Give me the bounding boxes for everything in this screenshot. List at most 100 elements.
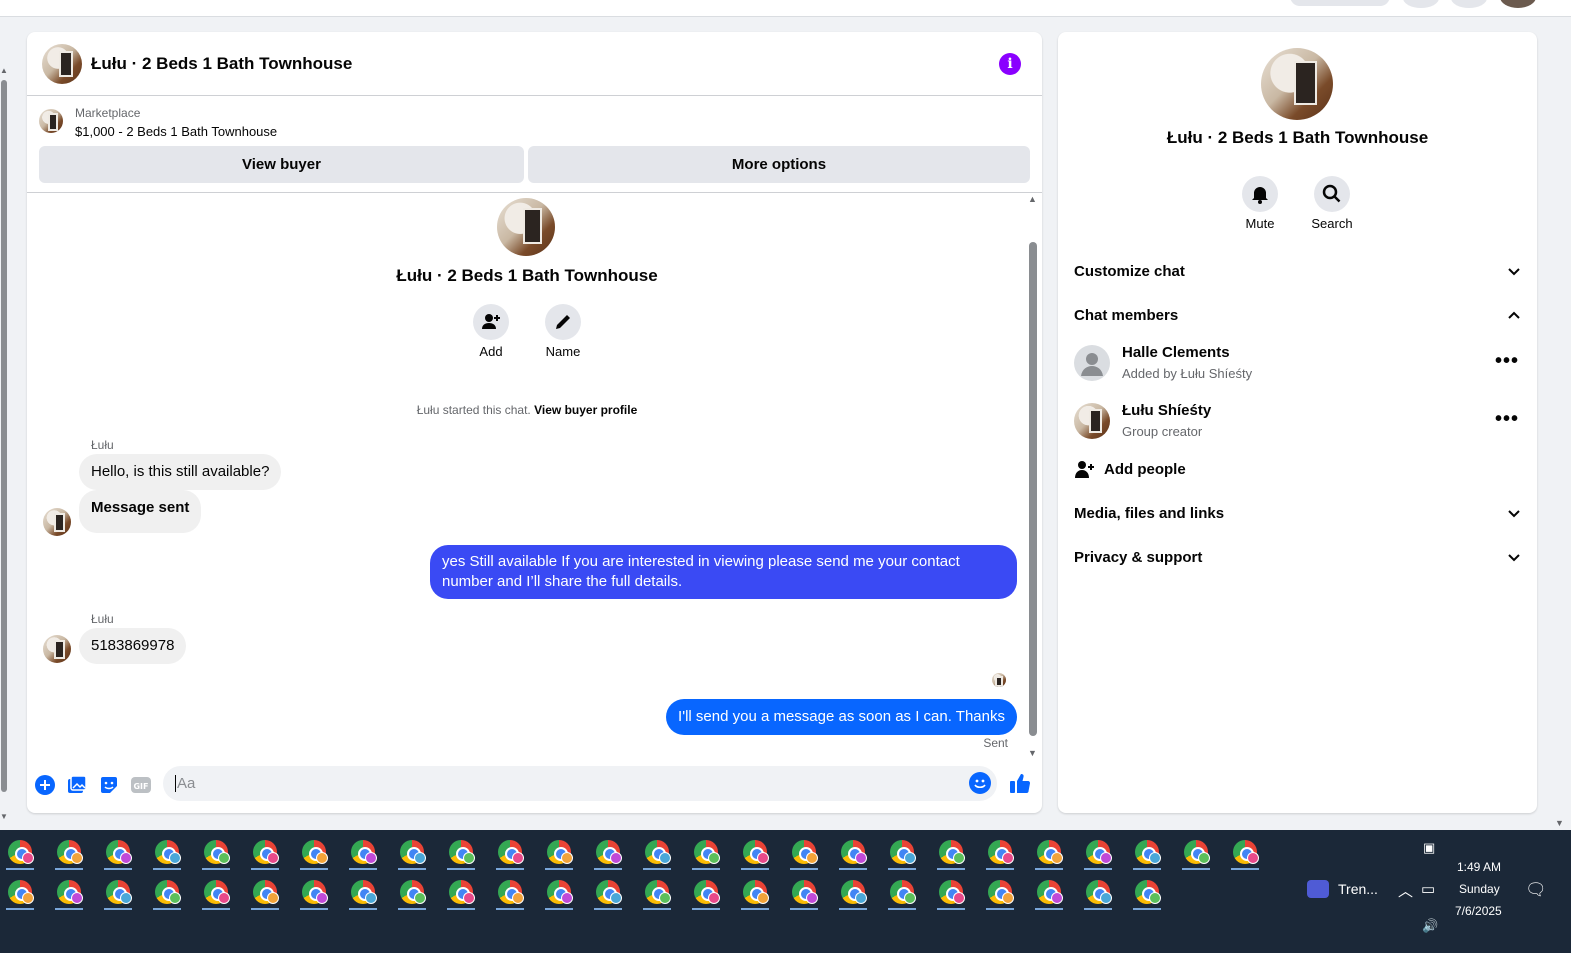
chrome-profile-icon[interactable] <box>592 878 622 910</box>
volume-icon[interactable]: 🔊 <box>1422 918 1438 934</box>
chrome-profile-icon[interactable] <box>102 838 132 870</box>
chrome-profile-icon[interactable] <box>494 838 524 870</box>
group-avatar[interactable] <box>1261 48 1333 120</box>
window-scroll-down-icon[interactable]: ▼ <box>1555 818 1564 828</box>
info-icon[interactable]: i <box>999 53 1021 75</box>
outgoing-message[interactable]: I'll send you a message as soon as I can… <box>666 699 1017 735</box>
chrome-profile-icon[interactable] <box>984 878 1014 910</box>
chrome-profile-icon[interactable] <box>1082 878 1112 910</box>
chrome-profile-icon[interactable] <box>739 878 769 910</box>
chrome-profile-icon[interactable] <box>1131 838 1161 870</box>
zoom-app-icon[interactable] <box>1307 880 1329 898</box>
chevron-up-icon[interactable]: ︿ <box>1398 880 1413 901</box>
incoming-message[interactable]: Hello, is this still available? <box>79 454 282 490</box>
notifications-icon[interactable] <box>1451 0 1487 8</box>
clock-date[interactable]: 7/6/2025 <box>1455 904 1502 918</box>
emoji-icon[interactable] <box>969 772 991 794</box>
chrome-profile-icon[interactable] <box>641 838 671 870</box>
chrome-profile-icon[interactable] <box>1033 838 1063 870</box>
more-options-button[interactable]: More options <box>528 146 1030 183</box>
plus-icon[interactable] <box>34 774 56 796</box>
account-avatar[interactable] <box>1500 0 1536 8</box>
network-icon[interactable]: ▭ <box>1421 880 1435 898</box>
chrome-profile-icon[interactable] <box>935 878 965 910</box>
page-scroll-thumb[interactable] <box>1 80 7 792</box>
chrome-profile-icon[interactable] <box>396 838 426 870</box>
chrome-profile-icon[interactable] <box>886 838 916 870</box>
taskbar-app-label[interactable]: Tren... <box>1338 881 1378 897</box>
like-icon[interactable] <box>1009 772 1031 794</box>
chrome-profile-icon[interactable] <box>200 838 230 870</box>
chrome-profile-icon[interactable] <box>249 878 279 910</box>
chrome-profile-icon[interactable] <box>200 878 230 910</box>
chrome-profile-icon[interactable] <box>543 878 573 910</box>
incoming-message[interactable]: Message sent <box>79 490 202 533</box>
chrome-profile-icon[interactable] <box>151 878 181 910</box>
meet-now-icon[interactable]: ▣ <box>1423 840 1435 856</box>
thread-scroll-thumb[interactable] <box>1029 242 1037 736</box>
chrome-profile-icon[interactable] <box>102 878 132 910</box>
chrome-profile-icon[interactable] <box>347 878 377 910</box>
notification-center-icon[interactable]: 🗨 <box>1525 880 1547 900</box>
chrome-profile-icon[interactable] <box>4 878 34 910</box>
thread-scroll-down-icon[interactable]: ▼ <box>1028 748 1037 758</box>
page-scrollbar[interactable]: ▲ ▼ <box>0 60 9 830</box>
chrome-profile-icon[interactable] <box>298 878 328 910</box>
chrome-profile-icon[interactable] <box>984 838 1014 870</box>
photo-icon[interactable] <box>66 774 88 796</box>
chrome-profile-icon[interactable] <box>151 838 181 870</box>
chrome-profile-icon[interactable] <box>641 878 671 910</box>
window-scrollbar[interactable]: ▼ <box>1553 0 1569 830</box>
chrome-profile-icon[interactable] <box>788 838 818 870</box>
privacy-section[interactable]: Privacy & support <box>1074 540 1523 576</box>
listing-thumbnail[interactable] <box>39 109 63 133</box>
top-search-pill[interactable] <box>1290 0 1390 6</box>
chrome-profile-icon[interactable] <box>886 878 916 910</box>
chrome-profile-icon[interactable] <box>690 838 720 870</box>
add-member-button[interactable]: Add <box>461 304 521 359</box>
scroll-down-icon[interactable]: ▼ <box>0 812 8 821</box>
outgoing-message[interactable]: yes Still available If you are intereste… <box>430 545 1017 599</box>
mute-button[interactable]: Mute <box>1230 176 1290 231</box>
chat-avatar[interactable] <box>42 44 82 84</box>
chrome-profile-icon[interactable] <box>249 838 279 870</box>
chrome-profile-icon[interactable] <box>837 878 867 910</box>
chrome-profile-icon[interactable] <box>592 838 622 870</box>
add-people-button[interactable]: Add people <box>1074 456 1186 484</box>
chrome-profile-icon[interactable] <box>445 878 475 910</box>
chrome-profile-icon[interactable] <box>1229 838 1259 870</box>
chrome-profile-icon[interactable] <box>935 838 965 870</box>
chrome-profile-icon[interactable] <box>494 878 524 910</box>
chrome-profile-icon[interactable] <box>1033 878 1063 910</box>
thread-scroll-up-icon[interactable]: ▲ <box>1028 194 1037 204</box>
chrome-profile-icon[interactable] <box>396 878 426 910</box>
member-row[interactable]: Łułu Shíeśty Group creator ••• <box>1074 398 1523 448</box>
chat-members-section[interactable]: Chat members <box>1074 298 1523 334</box>
sender-avatar[interactable] <box>43 635 71 663</box>
chrome-profile-icon[interactable] <box>1131 878 1161 910</box>
menu-icon[interactable] <box>1403 0 1439 8</box>
name-button[interactable]: Name <box>533 304 593 359</box>
chrome-profile-icon[interactable] <box>53 838 83 870</box>
more-options-icon[interactable]: ••• <box>1495 350 1519 373</box>
chrome-profile-icon[interactable] <box>543 838 573 870</box>
chrome-profile-icon[interactable] <box>788 878 818 910</box>
clock-day[interactable]: Sunday <box>1459 882 1500 896</box>
sender-avatar[interactable] <box>43 508 71 536</box>
chrome-profile-icon[interactable] <box>445 838 475 870</box>
chrome-profile-icon[interactable] <box>739 838 769 870</box>
gif-icon[interactable]: GIF <box>130 774 152 796</box>
customize-chat-section[interactable]: Customize chat <box>1074 254 1523 290</box>
chrome-profile-icon[interactable] <box>1082 838 1112 870</box>
clock-time[interactable]: 1:49 AM <box>1457 860 1501 874</box>
view-buyer-profile-link[interactable]: View buyer profile <box>534 403 637 417</box>
thread-scrollbar[interactable]: ▲ ▼ <box>1027 194 1039 758</box>
member-row[interactable]: Halle Clements Added by Łułu Shíeśty ••• <box>1074 340 1523 390</box>
chrome-profile-icon[interactable] <box>347 838 377 870</box>
scroll-up-icon[interactable]: ▲ <box>0 66 8 75</box>
incoming-message[interactable]: 5183869978 <box>79 628 187 664</box>
message-input[interactable]: Aa <box>163 766 997 801</box>
chrome-profile-icon[interactable] <box>1180 838 1210 870</box>
view-buyer-button[interactable]: View buyer <box>39 146 524 183</box>
chrome-profile-icon[interactable] <box>298 838 328 870</box>
